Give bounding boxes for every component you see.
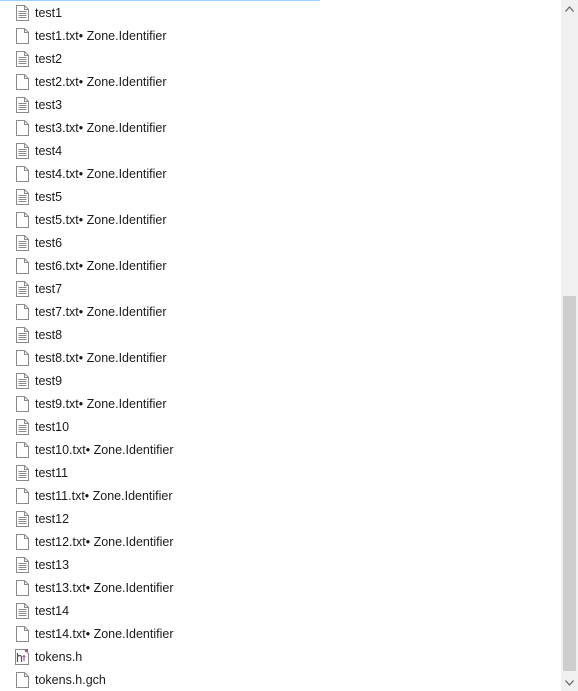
file-row[interactable]: test3 — [14, 94, 62, 116]
file-row[interactable]: test3.txt• Zone.Identifier — [14, 117, 167, 139]
file-name: test2.txt• Zone.Identifier — [35, 75, 167, 89]
blank-file-icon — [14, 395, 30, 413]
file-row[interactable]: test11 — [14, 462, 68, 484]
file-row[interactable]: test4.txt• Zone.Identifier — [14, 163, 167, 185]
file-row[interactable]: test1.txt• Zone.Identifier — [14, 25, 167, 47]
file-name: test6.txt• Zone.Identifier — [35, 259, 167, 273]
text-file-icon — [14, 418, 30, 436]
file-name: tokens.h — [35, 650, 83, 664]
scroll-down-arrow-icon[interactable] — [561, 674, 578, 691]
blank-file-icon — [14, 27, 30, 45]
text-file-icon — [14, 556, 30, 574]
file-explorer-view: test1 test1.txt• Zone.Identifier test2 test… — [0, 0, 578, 691]
file-name: test12 — [35, 512, 70, 526]
blank-file-icon — [14, 73, 30, 91]
file-name: test14.txt• Zone.Identifier — [35, 627, 174, 641]
file-name: test7.txt• Zone.Identifier — [35, 305, 167, 319]
file-row[interactable]: test14 — [14, 600, 69, 622]
file-row[interactable]: test5 — [14, 186, 62, 208]
file-name: test11 — [35, 466, 69, 480]
file-name: test9.txt• Zone.Identifier — [35, 397, 167, 411]
file-name: test5 — [35, 190, 63, 204]
file-name: test13.txt• Zone.Identifier — [35, 581, 174, 595]
text-file-icon — [14, 326, 30, 344]
file-row[interactable]: test5.txt• Zone.Identifier — [14, 209, 167, 231]
file-name: test5.txt• Zone.Identifier — [35, 213, 167, 227]
file-name: test9 — [35, 374, 63, 388]
file-name: test3.txt• Zone.Identifier — [35, 121, 167, 135]
file-name: test4.txt• Zone.Identifier — [35, 167, 167, 181]
file-row[interactable]: test9.txt• Zone.Identifier — [14, 393, 167, 415]
blank-file-icon — [14, 441, 30, 459]
file-name: test10 — [35, 420, 70, 434]
blank-file-icon — [14, 211, 30, 229]
file-name: tokens.h.gch — [35, 673, 106, 687]
text-file-icon — [14, 464, 30, 482]
file-row[interactable]: test10 — [14, 416, 69, 438]
text-file-icon — [14, 142, 30, 160]
text-file-icon — [14, 372, 30, 390]
file-name: test8.txt• Zone.Identifier — [35, 351, 167, 365]
file-row[interactable]: test7.txt• Zone.Identifier — [14, 301, 167, 323]
file-row[interactable]: test9 — [14, 370, 62, 392]
file-row[interactable]: test10.txt• Zone.Identifier — [14, 439, 173, 461]
scroll-up-arrow-icon[interactable] — [561, 0, 578, 17]
blank-file-icon — [14, 165, 30, 183]
file-row[interactable]: test6.txt• Zone.Identifier — [14, 255, 167, 277]
blank-file-icon — [14, 625, 30, 643]
file-row[interactable]: test11.txt• Zone.Identifier — [14, 485, 173, 507]
vertical-scrollbar[interactable] — [561, 0, 578, 691]
file-name: test7 — [35, 282, 63, 296]
file-row[interactable]: test4 — [14, 140, 62, 162]
file-row[interactable]: tokens.h — [14, 646, 82, 668]
blank-file-icon — [14, 303, 30, 321]
file-row[interactable]: test13 — [14, 554, 69, 576]
blank-file-icon — [14, 257, 30, 275]
file-name: test1 — [35, 6, 63, 20]
file-row[interactable]: test6 — [14, 232, 62, 254]
file-row[interactable]: test8 — [14, 324, 62, 346]
file-row[interactable]: test7 — [14, 278, 62, 300]
file-name: test1.txt• Zone.Identifier — [35, 29, 167, 43]
text-file-icon — [14, 4, 30, 22]
blank-file-icon — [14, 487, 30, 505]
file-list: test1 test1.txt• Zone.Identifier test2 test… — [0, 1, 562, 691]
blank-file-icon — [14, 579, 30, 597]
blank-file-icon — [14, 671, 30, 689]
file-row[interactable]: test1 — [14, 2, 62, 24]
scrollbar-thumb[interactable] — [563, 296, 576, 671]
file-row[interactable]: test12.txt• Zone.Identifier — [14, 531, 173, 553]
file-row[interactable]: test8.txt• Zone.Identifier — [14, 347, 167, 369]
file-row[interactable]: test12 — [14, 508, 69, 530]
file-row[interactable]: test2.txt• Zone.Identifier — [14, 71, 167, 93]
text-file-icon — [14, 234, 30, 252]
file-row[interactable]: test13.txt• Zone.Identifier — [14, 577, 173, 599]
blank-file-icon — [14, 533, 30, 551]
blank-file-icon — [14, 119, 30, 137]
text-file-icon — [14, 602, 30, 620]
text-file-icon — [14, 510, 30, 528]
file-name: test3 — [35, 98, 63, 112]
text-file-icon — [14, 188, 30, 206]
file-name: test10.txt• Zone.Identifier — [35, 443, 174, 457]
text-file-icon — [14, 50, 30, 68]
blank-file-icon — [14, 349, 30, 367]
file-row[interactable]: test14.txt• Zone.Identifier — [14, 623, 173, 645]
file-name: test2 — [35, 52, 63, 66]
file-name: test4 — [35, 144, 63, 158]
text-file-icon — [14, 96, 30, 114]
c-header-file-icon — [14, 648, 30, 666]
file-name: test14 — [35, 604, 70, 618]
file-name: test8 — [35, 328, 63, 342]
file-name: test13 — [35, 558, 70, 572]
file-row[interactable]: tokens.h.gch — [14, 669, 106, 691]
file-row[interactable]: test2 — [14, 48, 62, 70]
file-name: test6 — [35, 236, 63, 250]
text-file-icon — [14, 280, 30, 298]
file-name: test11.txt• Zone.Identifier — [35, 489, 173, 503]
file-name: test12.txt• Zone.Identifier — [35, 535, 174, 549]
